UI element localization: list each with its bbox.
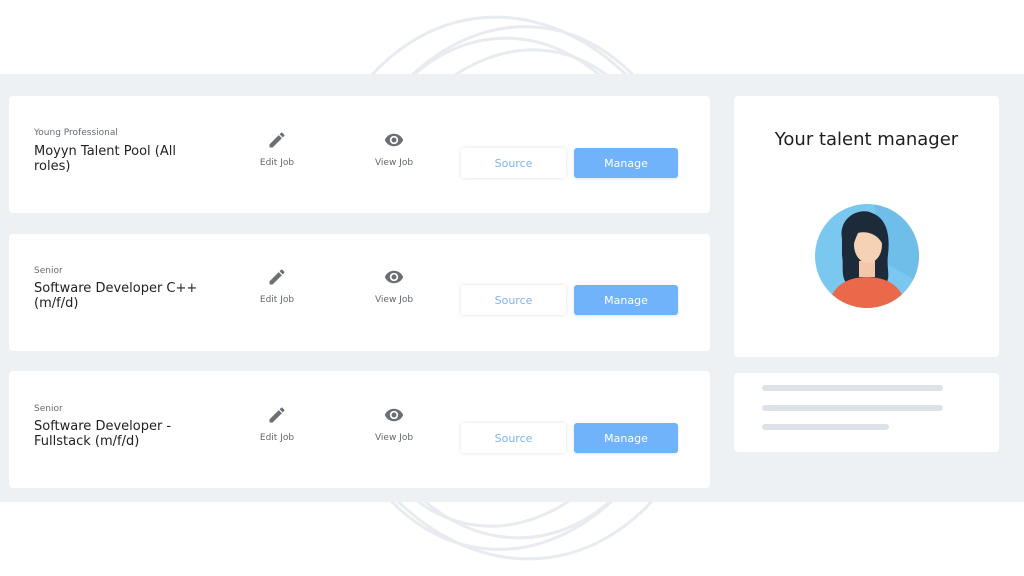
manage-button[interactable]: Manage xyxy=(574,285,678,315)
placeholder-card xyxy=(734,373,999,452)
eye-icon xyxy=(384,270,404,284)
job-level: Senior xyxy=(34,266,63,276)
view-job-label: View Job xyxy=(374,295,414,305)
edit-job-label: Edit Job xyxy=(259,158,295,168)
pencil-icon xyxy=(269,269,285,285)
source-button[interactable]: Source xyxy=(461,423,566,453)
edit-job-button[interactable]: Edit Job xyxy=(242,405,312,443)
skeleton-line xyxy=(762,405,943,411)
edit-job-button[interactable]: Edit Job xyxy=(242,130,312,168)
job-title[interactable]: Software Developer C++ (m/f/d) xyxy=(34,281,214,311)
view-job-button[interactable]: View Job xyxy=(359,405,429,443)
talent-manager-card: Your talent manager xyxy=(734,96,999,357)
manage-button[interactable]: Manage xyxy=(574,423,678,453)
job-title[interactable]: Moyyn Talent Pool (All roles) xyxy=(34,144,214,174)
job-card: Young Professional Moyyn Talent Pool (Al… xyxy=(9,96,710,213)
job-level: Senior xyxy=(34,404,63,414)
edit-job-button[interactable]: Edit Job xyxy=(242,267,312,305)
skeleton-line xyxy=(762,385,943,391)
eye-icon xyxy=(384,408,404,422)
view-job-label: View Job xyxy=(374,158,414,168)
skeleton-line xyxy=(762,424,889,430)
view-job-label: View Job xyxy=(374,433,414,443)
job-title[interactable]: Software Developer - Fullstack (m/f/d) xyxy=(34,419,214,449)
manage-button[interactable]: Manage xyxy=(574,148,678,178)
view-job-button[interactable]: View Job xyxy=(359,130,429,168)
job-card: Senior Software Developer C++ (m/f/d) Ed… xyxy=(9,234,710,351)
pencil-icon xyxy=(269,407,285,423)
edit-job-label: Edit Job xyxy=(259,433,295,443)
job-level: Young Professional xyxy=(34,128,118,138)
woman-avatar-icon xyxy=(815,204,919,308)
source-button[interactable]: Source xyxy=(461,148,566,178)
source-button[interactable]: Source xyxy=(461,285,566,315)
talent-manager-title: Your talent manager xyxy=(774,129,959,150)
edit-job-label: Edit Job xyxy=(259,295,295,305)
view-job-button[interactable]: View Job xyxy=(359,267,429,305)
pencil-icon xyxy=(269,132,285,148)
eye-icon xyxy=(384,133,404,147)
job-card: Senior Software Developer - Fullstack (m… xyxy=(9,371,710,488)
